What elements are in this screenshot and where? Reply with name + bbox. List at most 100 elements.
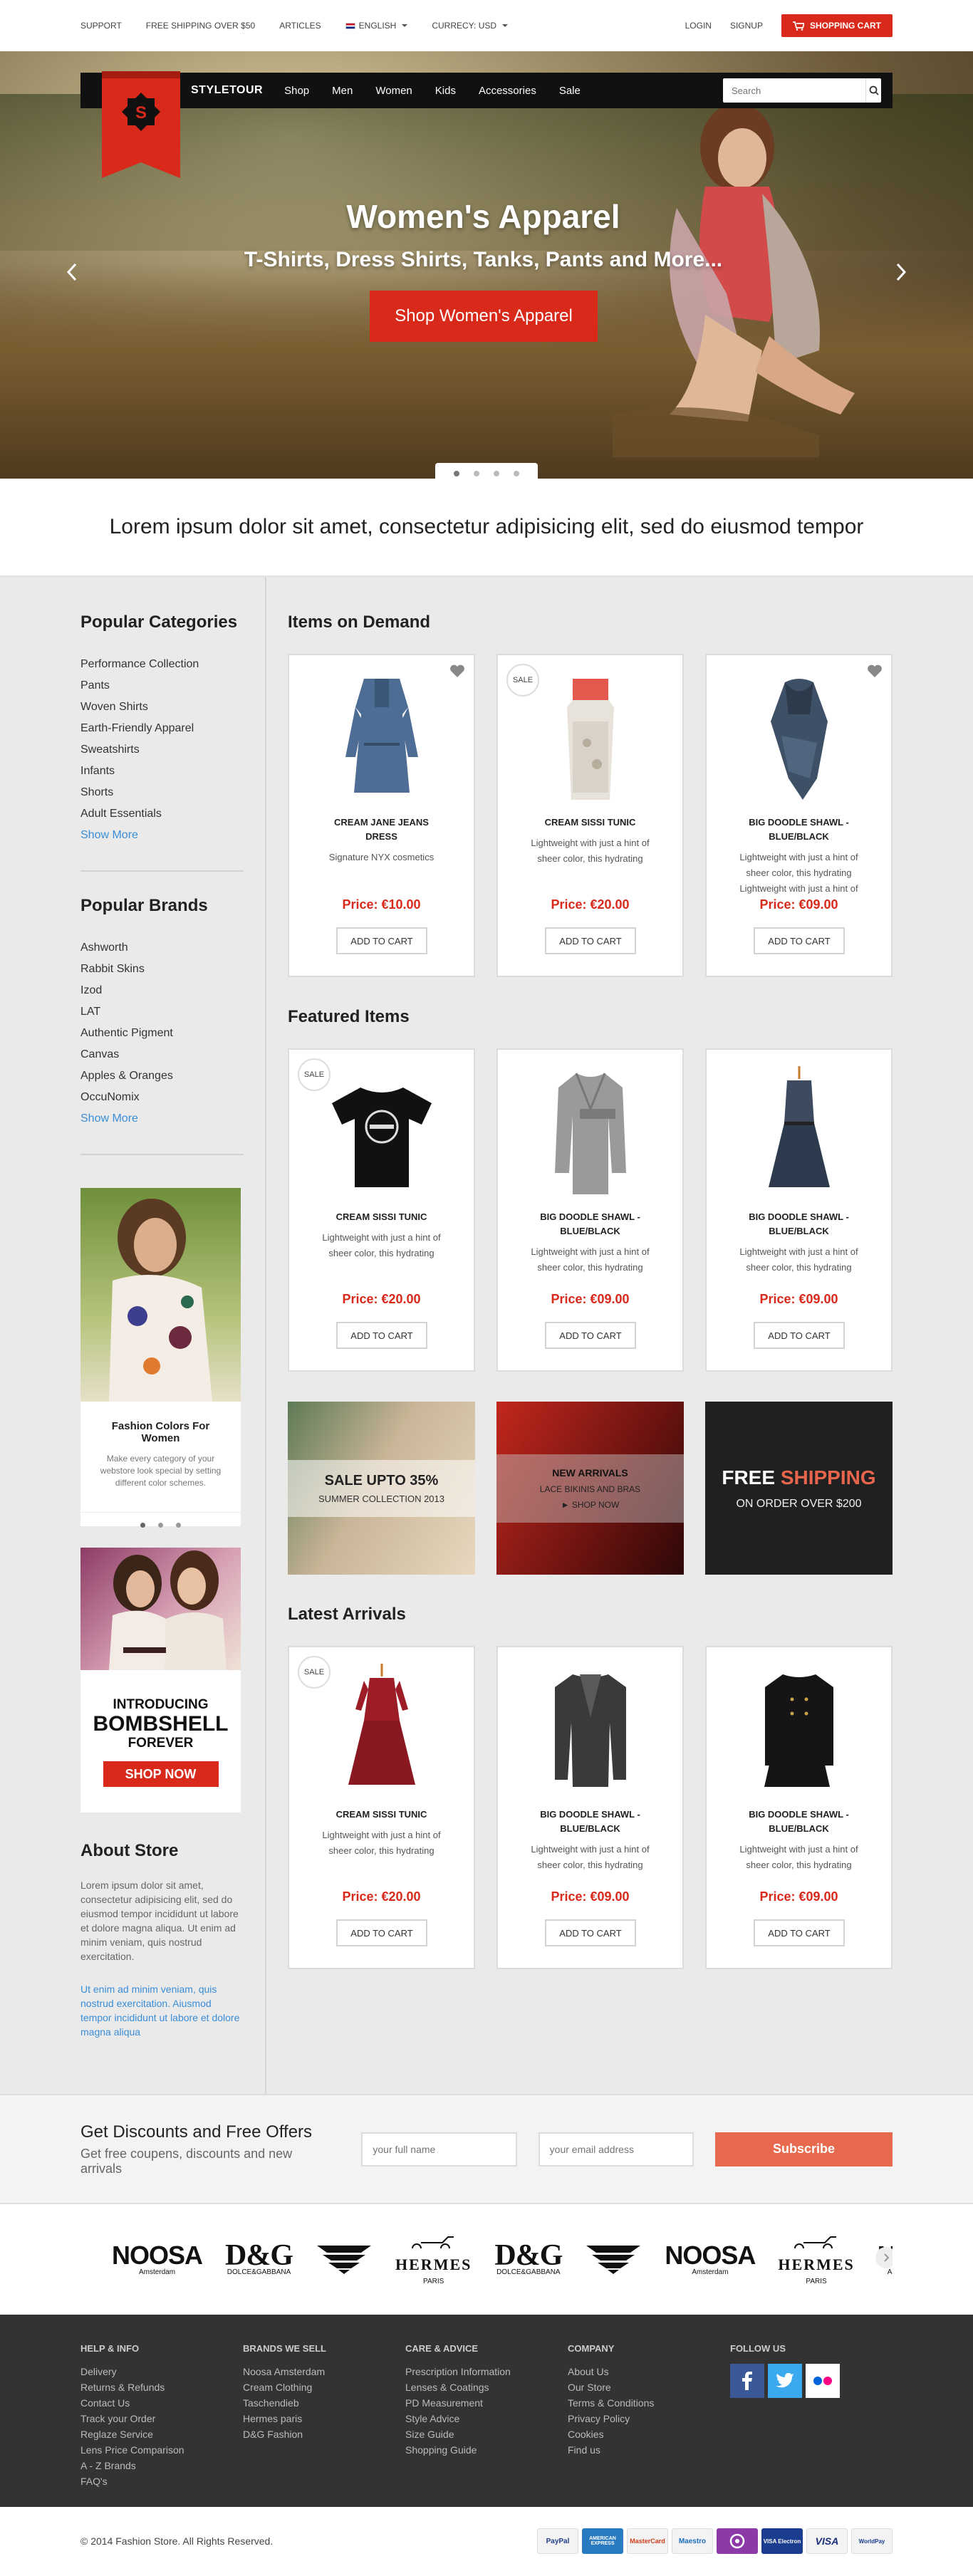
footer-link[interactable]: Lens Price Comparison xyxy=(80,2442,243,2458)
heart-icon[interactable] xyxy=(449,664,465,678)
signup-link[interactable]: Signup xyxy=(730,21,763,31)
footer-link[interactable]: Reglaze Service xyxy=(80,2426,243,2442)
brand-item[interactable]: Ashworth xyxy=(80,937,265,959)
footer-link[interactable]: Find us xyxy=(568,2442,730,2458)
footer-link[interactable]: About Us xyxy=(568,2364,730,2379)
add-to-cart-button[interactable]: ADD TO CART xyxy=(336,1322,427,1349)
footer-link[interactable]: Track your Order xyxy=(80,2411,243,2426)
dolce-gabbana-logo[interactable]: D&G DOLCE&GABBANA xyxy=(494,2241,563,2276)
nav-accessories[interactable]: Accessories xyxy=(479,85,536,97)
slider-dot[interactable] xyxy=(494,471,499,476)
footer-link[interactable]: Cookies xyxy=(568,2426,730,2442)
footer-link[interactable]: Noosa Amsterdam xyxy=(243,2364,405,2379)
footer-link[interactable]: Our Store xyxy=(568,2379,730,2395)
product-name[interactable]: Big Doodle Shawl - Blue/Black xyxy=(498,1808,682,1836)
hermes-logo[interactable]: HERMES PARIS xyxy=(778,2234,854,2285)
logo[interactable]: S xyxy=(102,71,180,178)
slider-dot[interactable] xyxy=(514,471,519,476)
add-to-cart-button[interactable]: ADD TO CART xyxy=(545,1919,636,1946)
hermes-logo[interactable]: HERMES PARIS xyxy=(395,2234,472,2285)
product-card[interactable]: SALE Cream Sissi Tunic Lightweight with … xyxy=(496,654,684,977)
articles-link[interactable]: Articles xyxy=(279,21,321,31)
category-item[interactable]: Earth-Friendly Apparel xyxy=(80,718,265,739)
product-card[interactable]: Cream Jane Jeans Dress Signature NYX cos… xyxy=(288,654,475,977)
noosa-logo[interactable]: NOOSA Amsterdam xyxy=(665,2243,756,2277)
product-name[interactable]: Big Doodle Shawl - Blue/Black xyxy=(498,1210,682,1239)
footer-link[interactable]: Size Guide xyxy=(405,2426,568,2442)
footer-link[interactable]: Returns & Refunds xyxy=(80,2379,243,2395)
footer-link[interactable]: A - Z Brands xyxy=(80,2458,243,2473)
footer-link[interactable]: Lenses & Coatings xyxy=(405,2379,568,2395)
add-to-cart-button[interactable]: ADD TO CART xyxy=(754,1919,845,1946)
nav-sale[interactable]: Sale xyxy=(559,85,581,97)
armani-eagle-logo[interactable] xyxy=(585,2243,642,2276)
footer-link[interactable]: Hermes paris xyxy=(243,2411,405,2426)
noosa-logo[interactable]: NOOSA Amsterdam xyxy=(112,2243,203,2277)
footer-link[interactable]: Prescription Information xyxy=(405,2364,568,2379)
slider-next-arrow[interactable] xyxy=(890,258,912,286)
flickr-icon[interactable] xyxy=(806,2364,840,2398)
email-input[interactable] xyxy=(538,2132,694,2166)
category-item[interactable]: Infants xyxy=(80,761,265,782)
product-card[interactable]: Big Doodle Shawl - Blue/Black Lightweigh… xyxy=(496,1646,684,1969)
shop-womens-apparel-button[interactable]: Shop Women's Apparel xyxy=(370,291,598,342)
shopping-cart-button[interactable]: Shopping Cart xyxy=(781,14,893,37)
footer-link[interactable]: Style Advice xyxy=(405,2411,568,2426)
subscribe-button[interactable]: Subscribe xyxy=(714,2132,893,2166)
product-name[interactable]: Cream Sissi Tunic xyxy=(289,1808,474,1822)
shop-now-link[interactable]: ► SHOP NOW xyxy=(496,1500,684,1510)
product-card[interactable]: Big Doodle Shawl - Blue/Black Lightweigh… xyxy=(705,1646,893,1969)
product-card[interactable]: Big Doodle Shawl - Blue/Black Lightweigh… xyxy=(705,1048,893,1372)
sale-banner[interactable]: SALE UPTO 35% SUMMER COLLECTION 2013 xyxy=(288,1402,475,1575)
category-item[interactable]: Performance Collection xyxy=(80,654,265,675)
category-item[interactable]: Shorts xyxy=(80,782,265,803)
category-item[interactable]: Sweatshirts xyxy=(80,739,265,761)
shop-now-button[interactable]: SHOP NOW xyxy=(103,1761,219,1787)
footer-link[interactable]: Delivery xyxy=(80,2364,243,2379)
add-to-cart-button[interactable]: ADD TO CART xyxy=(336,1919,427,1946)
product-name[interactable]: Cream Sissi Tunic xyxy=(498,815,682,830)
brand-item[interactable]: Canvas xyxy=(80,1044,265,1065)
category-item[interactable]: Woven Shirts xyxy=(80,697,265,718)
slider-prev-arrow[interactable] xyxy=(61,258,83,286)
product-card[interactable]: Big Doodle Shawl - Blue/Black Lightweigh… xyxy=(705,654,893,977)
new-arrivals-banner[interactable]: NEW ARRIVALS LACE BIKINIS AND BRAS ► SHO… xyxy=(496,1402,684,1575)
brand-name[interactable]: STYLETOUR xyxy=(191,84,263,97)
armani-eagle-logo[interactable] xyxy=(316,2243,373,2276)
promo-dot[interactable] xyxy=(176,1523,181,1528)
footer-link[interactable]: Terms & Conditions xyxy=(568,2395,730,2411)
product-card[interactable]: Big Doodle Shawl - Blue/Black Lightweigh… xyxy=(496,1048,684,1372)
free-shipping-link[interactable]: Free Shipping over $50 xyxy=(146,21,255,31)
search-input[interactable] xyxy=(723,78,865,103)
footer-link[interactable]: PD Measurement xyxy=(405,2395,568,2411)
add-to-cart-button[interactable]: ADD TO CART xyxy=(545,1322,636,1349)
slider-dot[interactable] xyxy=(474,471,479,476)
brand-item[interactable]: Apples & Oranges xyxy=(80,1065,265,1087)
add-to-cart-button[interactable]: ADD TO CART xyxy=(545,927,636,954)
currency-select[interactable]: Currecy: USD xyxy=(432,21,509,31)
footer-link[interactable]: Taschendieb xyxy=(243,2395,405,2411)
product-name[interactable]: Big Doodle Shawl - Blue/Black xyxy=(707,815,891,844)
carousel-next-button[interactable] xyxy=(875,2247,893,2268)
product-name[interactable]: Big Doodle Shawl - Blue/Black xyxy=(707,1210,891,1239)
product-card[interactable]: SALE Cream Sissi Tunic Lightweight with … xyxy=(288,1646,475,1969)
footer-link[interactable]: Privacy Policy xyxy=(568,2411,730,2426)
slider-dot[interactable] xyxy=(454,471,459,476)
add-to-cart-button[interactable]: ADD TO CART xyxy=(754,1322,845,1349)
free-shipping-banner[interactable]: FREE SHIPPING ON ORDER OVER $200 xyxy=(705,1402,893,1575)
footer-link[interactable]: Contact Us xyxy=(80,2395,243,2411)
nav-men[interactable]: Men xyxy=(332,85,353,97)
footer-link[interactable]: Cream Clothing xyxy=(243,2379,405,2395)
promo-dot[interactable] xyxy=(158,1523,163,1528)
product-card[interactable]: SALE Cream Sissi Tunic Lightweight with … xyxy=(288,1048,475,1372)
brand-item[interactable]: Izod xyxy=(80,980,265,1001)
categories-show-more-link[interactable]: Show More xyxy=(80,825,265,846)
brands-show-more-link[interactable]: Show More xyxy=(80,1108,265,1130)
footer-link[interactable]: D&G Fashion xyxy=(243,2426,405,2442)
nav-kids[interactable]: Kids xyxy=(435,85,456,97)
about-store-link[interactable]: Ut enim ad minim veniam, quis nostrud ex… xyxy=(80,1982,265,2039)
category-item[interactable]: Adult Essentials xyxy=(80,803,265,825)
add-to-cart-button[interactable]: ADD TO CART xyxy=(754,927,845,954)
product-name[interactable]: Cream Jane Jeans Dress xyxy=(289,815,474,844)
footer-link[interactable]: Shopping Guide xyxy=(405,2442,568,2458)
